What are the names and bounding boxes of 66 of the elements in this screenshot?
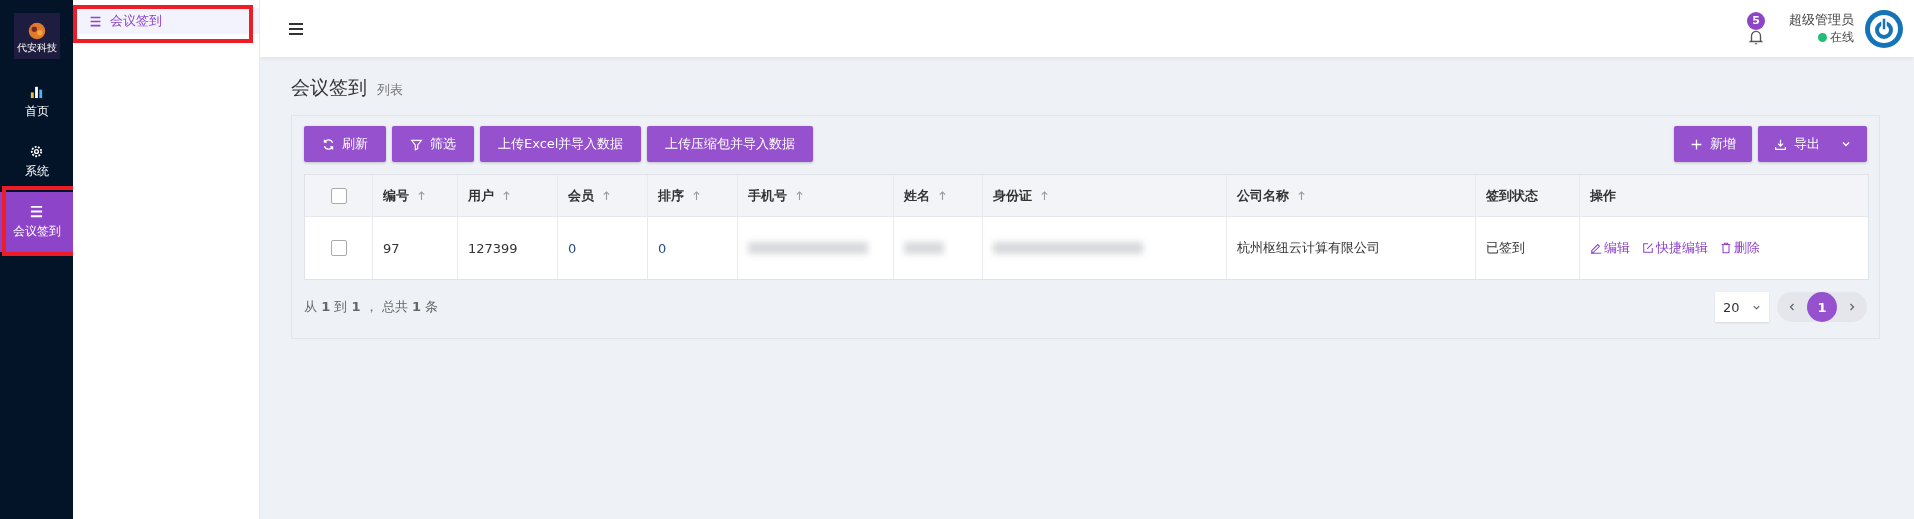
menu-icon: [89, 14, 102, 28]
toolbar-button[interactable]: 筛选: [392, 126, 474, 162]
page-title: 会议签到: [291, 75, 367, 100]
table-cell: 0: [568, 240, 577, 256]
column-header[interactable]: 身份证: [982, 175, 1226, 216]
page-size-select[interactable]: 20: [1715, 292, 1769, 322]
column-header[interactable]: 编号: [372, 175, 457, 216]
column-header[interactable]: 会员: [557, 175, 647, 216]
avatar-power-icon[interactable]: [1864, 8, 1904, 49]
notification-badge: 5: [1747, 11, 1765, 30]
action-link[interactable]: 快捷编辑: [1642, 239, 1708, 257]
caret-icon: [1841, 139, 1851, 149]
column-header[interactable]: 操作: [1579, 175, 1867, 216]
export-button[interactable]: 导出: [1758, 126, 1867, 162]
pen-icon: [1590, 242, 1602, 254]
sort-arrow-icon[interactable]: [938, 190, 947, 201]
row-checkbox[interactable]: [330, 240, 347, 256]
column-header[interactable]: 排序: [647, 175, 737, 216]
menu-icon[interactable]: [288, 20, 304, 37]
menu-icon: [29, 204, 44, 219]
sort-arrow-icon[interactable]: [602, 190, 611, 201]
next-page-icon[interactable]: [1847, 302, 1857, 312]
refresh-icon: [322, 137, 335, 151]
user-status: 在线: [1830, 29, 1854, 46]
add-button[interactable]: 新增: [1674, 126, 1752, 162]
online-status-dot: [1818, 33, 1827, 42]
nav-item[interactable]: 会议签到: [0, 192, 73, 252]
nav-item[interactable]: 系统: [0, 132, 73, 192]
bar-chart-icon: [29, 84, 44, 99]
column-header[interactable]: 姓名: [893, 175, 982, 216]
column-header[interactable]: 签到状态: [1475, 175, 1579, 216]
sort-arrow-icon[interactable]: [502, 190, 511, 201]
page-subtitle: 列表: [377, 81, 403, 99]
filter-icon: [410, 137, 423, 151]
table-cell: 杭州枢纽云计算有限公司: [1237, 239, 1380, 257]
column-header[interactable]: 手机号: [737, 175, 893, 216]
edit-icon: [1642, 242, 1654, 254]
column-header[interactable]: 用户: [457, 175, 557, 216]
sort-arrow-icon[interactable]: [1040, 190, 1049, 201]
table-cell: 0: [658, 240, 667, 256]
sort-arrow-icon[interactable]: [692, 190, 701, 201]
toolbar-button[interactable]: 上传Excel并导入数据: [480, 126, 642, 162]
logo-text: 代安科技: [16, 41, 57, 53]
table-cell: 127399: [468, 240, 518, 256]
user-name: 超级管理员: [1789, 11, 1854, 29]
sort-arrow-icon[interactable]: [417, 190, 426, 201]
previous-page-icon[interactable]: [1787, 302, 1797, 312]
select-all-checkbox[interactable]: [330, 187, 347, 204]
blurred-text: [904, 242, 944, 254]
sort-arrow-icon[interactable]: [795, 190, 804, 201]
trash-icon: [1720, 242, 1732, 254]
plus-icon: [1690, 137, 1703, 151]
column-header[interactable]: 公司名称: [1226, 175, 1475, 216]
submenu-item[interactable]: 会议签到: [79, 8, 259, 34]
action-link[interactable]: 删除: [1720, 239, 1760, 257]
toolbar-button[interactable]: 刷新: [304, 126, 386, 162]
settings-icon: [29, 144, 44, 159]
page-button[interactable]: 1: [1807, 292, 1837, 322]
nav-item[interactable]: 首页: [0, 72, 73, 132]
pagination-summary: 从 1 到 1 ， 总共 1 条: [304, 298, 439, 316]
table-cell: 已签到: [1486, 239, 1525, 257]
download-icon: [1774, 137, 1787, 151]
sort-arrow-icon[interactable]: [1297, 190, 1306, 201]
action-link[interactable]: 编辑: [1590, 239, 1630, 257]
table-cell: 97: [383, 240, 400, 256]
toolbar-button[interactable]: 上传压缩包并导入数据: [647, 126, 814, 162]
